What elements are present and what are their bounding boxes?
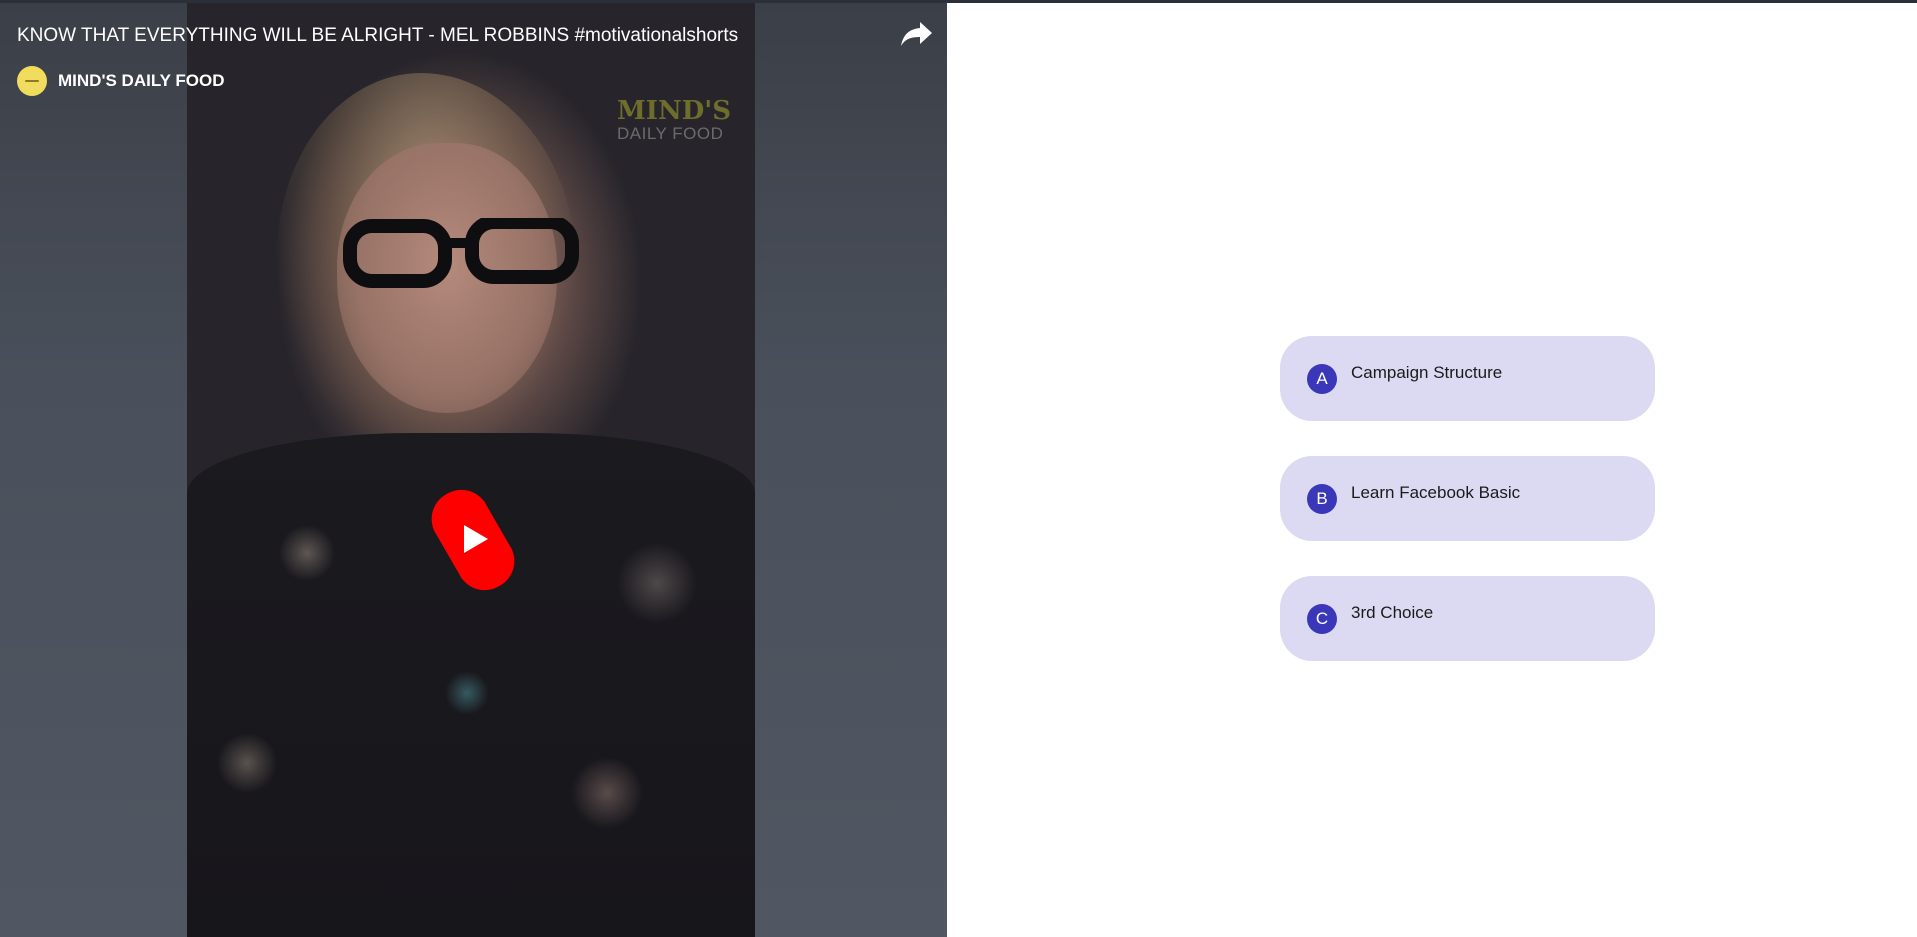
watermark-line-2: DAILY FOOD	[617, 124, 724, 143]
channel-watermark: MIND'S DAILY FOOD	[617, 98, 737, 142]
video-title[interactable]: KNOW THAT EVERYTHING WILL BE ALRIGHT - M…	[17, 25, 738, 47]
option-label: Learn Facebook Basic	[1351, 483, 1521, 502]
avatar-mark	[25, 80, 39, 82]
watermark-line-1: MIND'S	[617, 96, 731, 126]
option-c[interactable]: C 3rd Choice	[1280, 576, 1655, 661]
option-label: 3rd Choice	[1351, 603, 1434, 622]
option-letter-badge: C	[1307, 604, 1337, 634]
video-subject-glasses	[343, 218, 579, 288]
share-button[interactable]	[900, 19, 934, 49]
video-player[interactable]: MIND'S DAILY FOOD KNOW THAT EVERYTHING W…	[0, 3, 947, 937]
option-b[interactable]: B Learn Facebook Basic	[1280, 456, 1655, 541]
video-frame	[187, 3, 755, 937]
channel-name[interactable]: MIND'S DAILY FOOD	[58, 71, 225, 91]
youtube-shorts-play-icon	[431, 489, 515, 591]
option-a[interactable]: A Campaign Structure	[1280, 336, 1655, 421]
option-letter-badge: B	[1307, 484, 1337, 514]
channel-info[interactable]: MIND'S DAILY FOOD	[17, 66, 225, 96]
option-label: Campaign Structure	[1351, 363, 1503, 382]
play-button[interactable]	[428, 481, 518, 599]
option-letter-badge: A	[1307, 364, 1337, 394]
answer-options: A Campaign Structure B Learn Facebook Ba…	[1280, 336, 1655, 696]
channel-avatar[interactable]	[17, 66, 47, 96]
share-arrow-icon	[901, 22, 932, 46]
